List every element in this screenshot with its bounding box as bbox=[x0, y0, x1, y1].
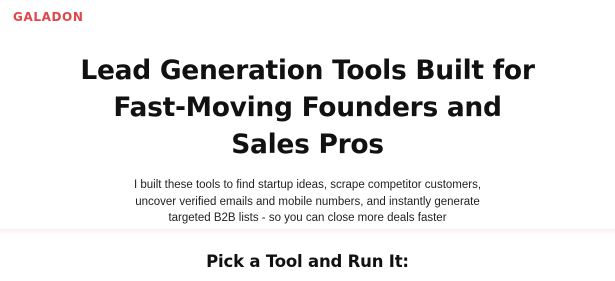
section-divider bbox=[0, 229, 615, 234]
hero-intro-line-1: I built these tools to find startup idea… bbox=[133, 179, 482, 191]
hero-intro-text: I built these tools to find startup idea… bbox=[0, 177, 615, 227]
top-nav-bar: GALADON bbox=[0, 0, 615, 34]
hero-intro-line-2: uncover verified emails and mobile numbe… bbox=[135, 195, 480, 208]
hero-intro-line-3: targeted B2B lists - so you can close mo… bbox=[168, 212, 447, 224]
hero-headline-line-1: Lead Generation Tools Built for bbox=[80, 55, 535, 86]
tools-section-title: Pick a Tool and Run It: bbox=[206, 252, 409, 271]
hero-headline: Lead Generation Tools Built for Fast-Mov… bbox=[28, 52, 588, 163]
hero-headline-line-3: Sales Pros bbox=[231, 129, 384, 160]
hero-section: Lead Generation Tools Built for Fast-Mov… bbox=[0, 52, 615, 163]
galadon-logo[interactable]: GALADON bbox=[13, 10, 83, 24]
hero-headline-line-2: Fast-Moving Founders and bbox=[113, 92, 502, 123]
